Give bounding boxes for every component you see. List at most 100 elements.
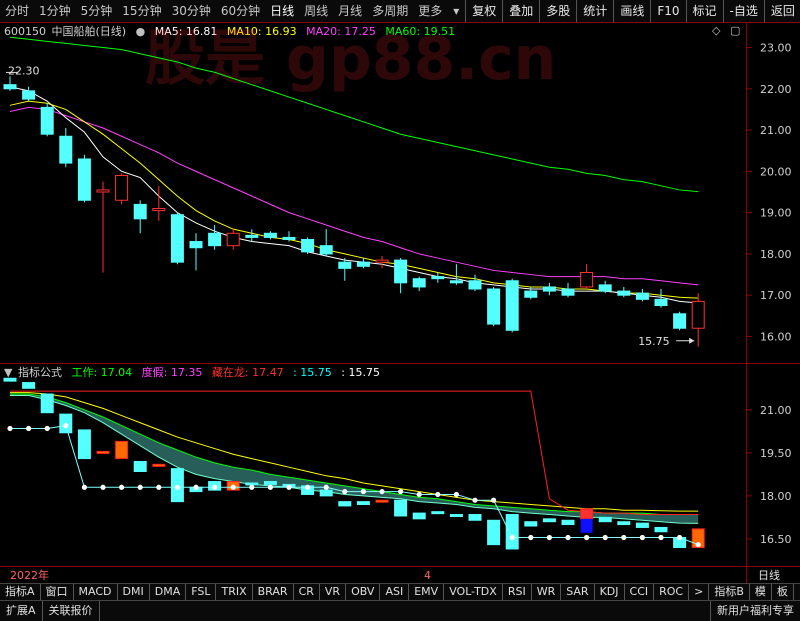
candle[interactable] <box>77 154 91 203</box>
y-tick-label: 19.00 <box>760 207 792 220</box>
candle[interactable] <box>561 282 575 298</box>
indicator-tab-13[interactable]: VOL-TDX <box>444 584 503 600</box>
ind-candle-body <box>580 508 594 520</box>
candle[interactable] <box>22 86 36 102</box>
candle[interactable] <box>170 212 184 265</box>
indicator-tab-20[interactable]: > <box>689 584 710 600</box>
indicator-tab-17[interactable]: KDJ <box>595 584 625 600</box>
candle[interactable] <box>319 229 333 256</box>
toolbar-button-7[interactable]: -自选 <box>722 0 764 22</box>
period-tab-4[interactable]: 30分钟 <box>167 0 216 22</box>
indicator-tab-14[interactable]: RSI <box>503 584 532 600</box>
indicator-tab-1[interactable]: 窗口 <box>41 584 74 600</box>
candle[interactable] <box>449 264 463 285</box>
period-tab-0[interactable]: 分时 <box>0 0 34 22</box>
indicator-tab-0[interactable]: 指标A <box>0 584 41 600</box>
main-candlestick-chart[interactable]: 23.00 22.00 21.00 20.00 19.00 18.00 17.00 16.00… <box>0 23 800 363</box>
candle[interactable] <box>59 128 73 168</box>
candle[interactable] <box>505 278 519 333</box>
period-tab-9[interactable]: 多周期 <box>367 0 413 22</box>
candle[interactable] <box>40 103 54 137</box>
ind-candle-body <box>152 463 166 467</box>
indicator-tab-2[interactable]: MACD <box>74 584 118 600</box>
indicator-tab-6[interactable]: TRIX <box>216 584 253 600</box>
toolbar-button-2[interactable]: 多股 <box>539 0 576 22</box>
candle[interactable] <box>3 76 17 91</box>
support-dot <box>7 425 13 432</box>
period-tab-3[interactable]: 15分钟 <box>117 0 166 22</box>
period-tab-8[interactable]: 月线 <box>333 0 367 22</box>
ind-candle <box>524 521 538 527</box>
period-tab-2[interactable]: 5分钟 <box>76 0 118 22</box>
candle[interactable] <box>468 274 482 292</box>
indicator-tab-3[interactable]: DMI <box>118 584 150 600</box>
indicator-tab-10[interactable]: OBV <box>346 584 381 600</box>
candle[interactable] <box>338 258 352 281</box>
y-tick-label: 20.00 <box>760 165 792 178</box>
candle-body <box>598 284 612 292</box>
indicator-tab-11[interactable]: ASI <box>380 584 410 600</box>
candle[interactable] <box>375 255 389 269</box>
period-tab-5[interactable]: 60分钟 <box>216 0 265 22</box>
indicator-tab-9[interactable]: VR <box>320 584 347 600</box>
indicator-tab-15[interactable]: WR <box>532 584 562 600</box>
indicator-tab-4[interactable]: DMA <box>150 584 187 600</box>
candle[interactable] <box>617 286 631 298</box>
candle[interactable] <box>356 258 370 269</box>
more-caret-icon[interactable]: ▾ <box>447 4 465 18</box>
indicator-tab-12[interactable]: EMV <box>409 584 445 600</box>
toolbar-button-6[interactable]: 标记 <box>685 0 723 22</box>
candle[interactable] <box>226 229 240 250</box>
toolbar-button-4[interactable]: 画线 <box>613 0 650 22</box>
y-tick-label: 22.00 <box>760 83 792 96</box>
indicator-tab-18[interactable]: CCI <box>625 584 655 600</box>
candle[interactable] <box>189 233 203 271</box>
indicator-tab-5[interactable]: FSL <box>186 584 217 600</box>
candle[interactable] <box>133 200 147 234</box>
indicator-tab-22[interactable]: 模 <box>750 584 772 600</box>
candle[interactable] <box>487 286 501 327</box>
period-tab-1[interactable]: 1分钟 <box>34 0 76 22</box>
indicator-tab-19[interactable]: ROC <box>654 584 690 600</box>
candle[interactable] <box>208 225 222 250</box>
candle[interactable] <box>96 181 110 273</box>
ind-candle-body <box>524 521 538 527</box>
indicator-tab-7[interactable]: BRAR <box>253 584 294 600</box>
support-dot <box>435 491 441 498</box>
ind-candle <box>487 519 501 546</box>
candle[interactable] <box>301 237 315 254</box>
indicator-chart[interactable]: 21.00 19.50 18.00 16.50 <box>0 364 800 566</box>
period-tab-6[interactable]: 日线 <box>265 0 299 22</box>
candle[interactable] <box>598 280 612 294</box>
indicator-tab-16[interactable]: SAR <box>561 584 595 600</box>
period-tab-10[interactable]: 更多 <box>413 0 447 22</box>
ind-candle <box>40 393 54 414</box>
toolbar-button-0[interactable]: 复权 <box>465 0 502 22</box>
indicator-tab-8[interactable]: CR <box>294 584 320 600</box>
candle[interactable] <box>245 229 259 242</box>
candle[interactable] <box>412 276 426 292</box>
ind-candle <box>77 429 91 460</box>
related-quote-button[interactable]: 关联报价 <box>43 601 100 621</box>
ind-candle-body <box>394 499 408 517</box>
new-user-promo-button[interactable]: 新用户福利专享 <box>710 601 800 621</box>
expand-a-button[interactable]: 扩展A <box>0 601 43 621</box>
candle[interactable] <box>152 185 166 221</box>
candle[interactable] <box>542 282 556 296</box>
toolbar-button-8[interactable]: 返回 <box>763 0 800 22</box>
candle[interactable] <box>580 264 594 290</box>
ma20-line <box>9 106 699 286</box>
ind-candle-body <box>449 514 463 518</box>
candle[interactable] <box>115 173 129 205</box>
candle[interactable] <box>691 293 705 347</box>
candle[interactable] <box>635 289 649 302</box>
toolbar-button-5[interactable]: F10 <box>650 0 685 22</box>
candle[interactable] <box>394 258 408 294</box>
toolbar-button-1[interactable]: 叠加 <box>502 0 539 22</box>
candle[interactable] <box>431 272 445 283</box>
period-tab-7[interactable]: 周线 <box>299 0 333 22</box>
candle[interactable] <box>673 311 687 331</box>
indicator-tab-21[interactable]: 指标B <box>709 584 750 600</box>
indicator-tab-23[interactable]: 板 <box>772 584 794 600</box>
toolbar-button-3[interactable]: 统计 <box>576 0 613 22</box>
